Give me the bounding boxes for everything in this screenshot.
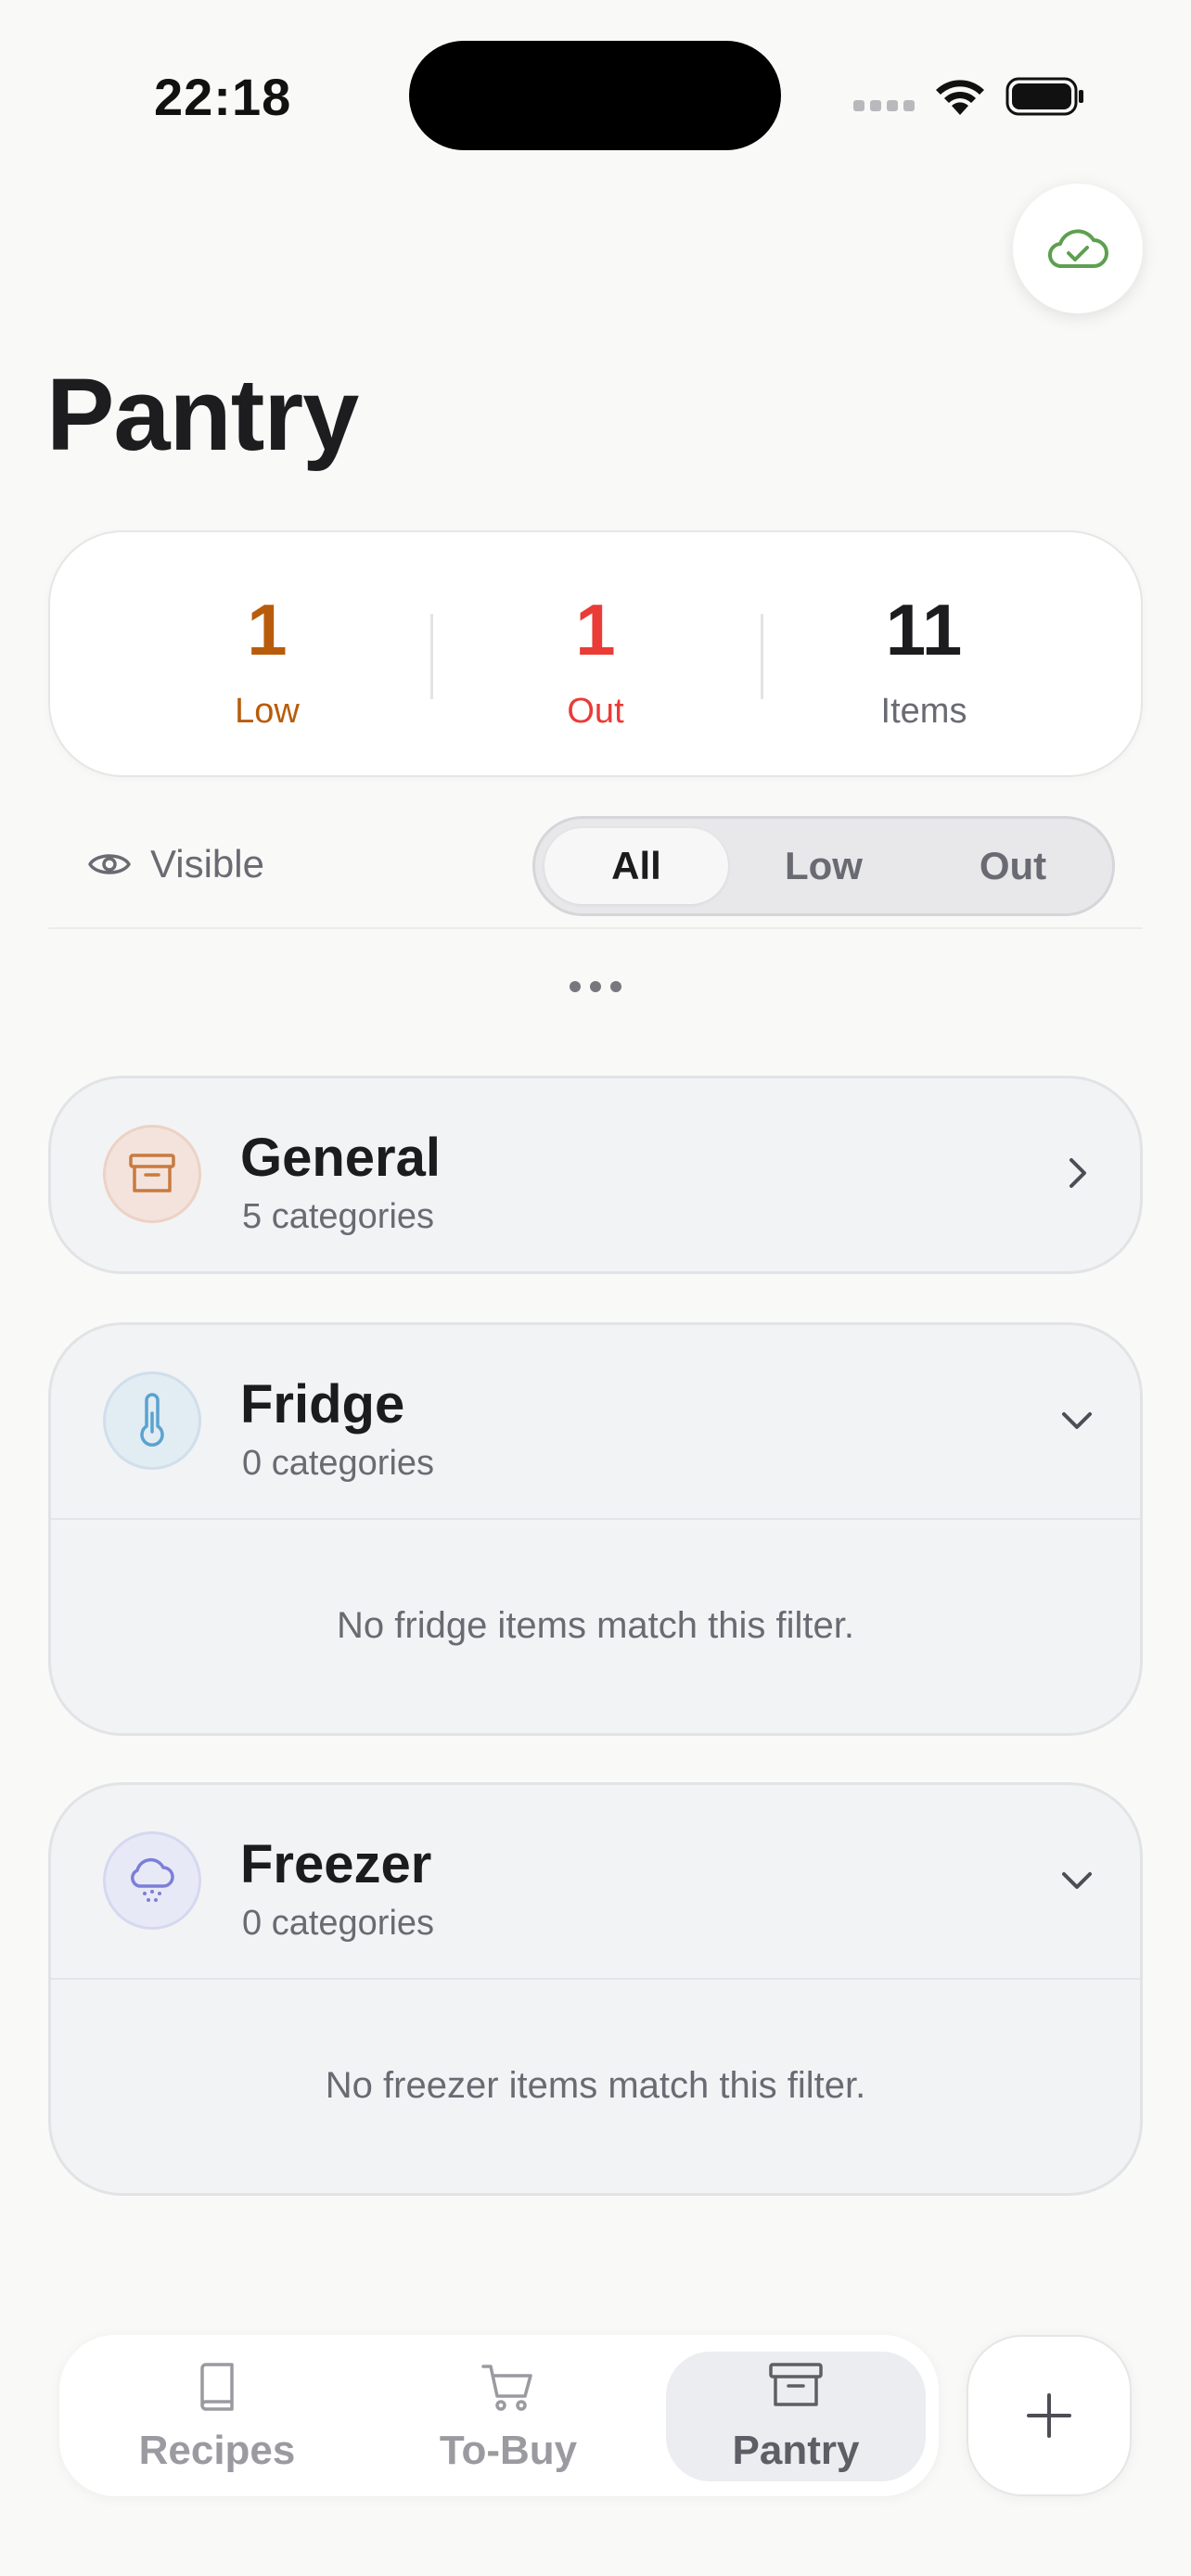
eye-icon xyxy=(88,854,131,874)
stat-out-label: Out xyxy=(567,692,624,731)
stat-out-value: 1 xyxy=(575,589,616,670)
thermometer-icon xyxy=(140,1393,164,1447)
visibility-label: Visible xyxy=(150,842,264,886)
chevron-down-icon xyxy=(1062,1412,1092,1429)
plus-icon xyxy=(1027,2393,1071,2438)
archive-box-icon xyxy=(129,1154,175,1192)
stat-low-value: 1 xyxy=(247,589,288,670)
tab-bar: Recipes To-Buy Pantry xyxy=(59,2335,939,2496)
tab-label: To-Buy xyxy=(439,2428,578,2473)
stat-low[interactable]: 1 Low xyxy=(128,593,406,732)
snow-cloud-icon xyxy=(131,1857,174,1902)
cloud-check-icon xyxy=(1048,229,1108,269)
stat-divider xyxy=(761,614,763,699)
section-name: Fridge xyxy=(240,1374,405,1435)
summary-card: 1 Low 1 Out 11 Items xyxy=(48,530,1143,777)
section-freezer: Freezer 0 categories No freezer items ma… xyxy=(48,1782,1143,2196)
more-options-icon[interactable] xyxy=(570,981,621,992)
filter-low[interactable]: Low xyxy=(732,828,916,904)
add-item-button[interactable] xyxy=(967,2335,1132,2496)
filter-all[interactable]: All xyxy=(544,828,728,904)
stat-items-label: Items xyxy=(880,692,967,731)
section-icon-badge xyxy=(103,1125,201,1223)
section-fridge: Fridge 0 categories No fridge items matc… xyxy=(48,1322,1143,1736)
section-count: 5 categories xyxy=(242,1197,435,1236)
filter-segmented-control: All Low Out xyxy=(532,816,1115,916)
chevron-down-icon xyxy=(1062,1872,1092,1889)
page-title: Pantry xyxy=(46,358,359,472)
stat-low-label: Low xyxy=(235,692,300,731)
battery-icon xyxy=(1005,77,1083,116)
dynamic-island xyxy=(409,41,781,150)
divider xyxy=(48,927,1143,929)
filter-out[interactable]: Out xyxy=(921,828,1105,904)
tab-label: Recipes xyxy=(138,2428,296,2473)
status-time: 22:18 xyxy=(154,68,292,126)
empty-state-message: No fridge items match this filter. xyxy=(51,1518,1140,1731)
section-header[interactable]: Freezer 0 categories xyxy=(51,1785,1140,1978)
section-name: Freezer xyxy=(240,1834,432,1894)
book-icon xyxy=(200,2363,234,2411)
stat-items-value: 11 xyxy=(885,589,963,670)
section-icon-badge xyxy=(103,1371,201,1470)
visibility-toggle[interactable]: Visible xyxy=(87,842,264,886)
stat-out[interactable]: 1 Out xyxy=(456,593,735,732)
archive-box-icon xyxy=(769,2363,823,2406)
stat-items[interactable]: 11 Items xyxy=(785,593,1063,732)
cellular-signal-icon xyxy=(853,100,915,111)
section-count: 0 categories xyxy=(242,1904,435,1943)
cart-icon xyxy=(481,2365,532,2411)
tab-recipes[interactable]: Recipes xyxy=(96,2335,338,2496)
tab-to-buy[interactable]: To-Buy xyxy=(388,2335,629,2496)
tab-label: Pantry xyxy=(732,2428,860,2473)
tab-pantry[interactable]: Pantry xyxy=(675,2335,916,2496)
section-general[interactable]: General 5 categories xyxy=(48,1076,1143,1274)
section-icon-badge xyxy=(103,1831,201,1930)
section-header[interactable]: General 5 categories xyxy=(51,1078,1140,1271)
cloud-sync-button[interactable] xyxy=(1013,184,1143,313)
wifi-icon xyxy=(936,80,984,115)
section-header[interactable]: Fridge 0 categories xyxy=(51,1325,1140,1518)
section-count: 0 categories xyxy=(242,1444,435,1483)
section-name: General xyxy=(240,1128,441,1188)
stat-divider xyxy=(430,614,433,699)
chevron-right-icon xyxy=(1069,1158,1086,1188)
empty-state-message: No freezer items match this filter. xyxy=(51,1978,1140,2191)
